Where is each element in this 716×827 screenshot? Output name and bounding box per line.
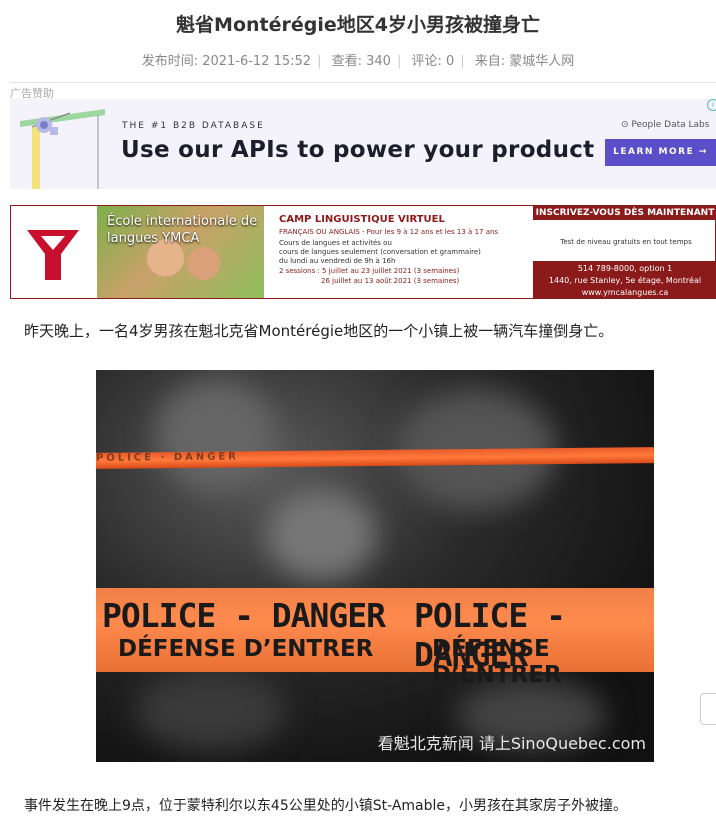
camp-session-1: 2 sessions : 5 juillet au 23 juillet 202… <box>279 267 460 275</box>
ad1-brand: ⊙ People Data Labs <box>621 120 710 130</box>
photo-watermark: 看魁北克新闻 请上SinoQuebec.com <box>377 734 646 753</box>
camp-session-2: 26 juillet au 13 août 2021 (3 semaines) <box>321 277 460 285</box>
camp-title: CAMP LINGUISTIQUE VIRTUEL <box>279 214 445 225</box>
camp-subtitle: FRANÇAIS OU ANGLAIS - Pour les 9 à 12 an… <box>279 228 499 236</box>
meta-divider <box>10 82 716 83</box>
ymca-register-banner[interactable]: INSCRIVEZ-VOUS DÈS MAINTENANT <box>533 206 715 220</box>
camp-line-1: Cours de langues et activités ou <box>279 239 392 247</box>
source-link[interactable]: 来自: 蒙城华人网 <box>475 54 575 69</box>
ymca-address: 1440, rue Stanley, 5e étage, Montréal <box>548 276 702 285</box>
camp-line-3: du lundi au vendredi de 9h à 16h <box>279 257 396 265</box>
article-photo: POLICE · DANGER POLICE - DANGER DÉFENSE … <box>96 370 654 762</box>
crane-illustration-icon <box>20 109 105 189</box>
tape-text-defense-2: DÉFENSE D’ENTRER <box>432 636 562 688</box>
view-count: 查看: 340 <box>331 54 391 69</box>
learn-more-button[interactable]: LEARN MORE → <box>605 139 716 166</box>
ad-info-icon[interactable]: i <box>707 99 716 111</box>
ymca-phone: 514 789-8000, option 1 <box>577 264 673 273</box>
pdl-logo-icon: ⊙ <box>621 120 632 130</box>
article-paragraph-2: 事件发生在晚上9点，位于蒙特利尔以东45公里处的小镇St-Amable，小男孩在… <box>24 798 628 814</box>
ymca-website[interactable]: www.ymcalangues.ca <box>533 287 715 298</box>
article-title: 魁省Montérégie地区4岁小男孩被撞身亡 <box>176 14 540 36</box>
ymca-test-note: Test de niveau gratuits en tout temps <box>560 238 692 246</box>
ymca-photo: École internationale de langues YMCA <box>97 206 264 298</box>
ad-banner-ymca[interactable]: École internationale de langues YMCA CAM… <box>10 205 716 299</box>
police-tape-front: POLICE - DANGER DÉFENSE D’ENTRER POLICE … <box>96 588 654 688</box>
ymca-contact-box[interactable]: 514 789-8000, option 1 1440, rue Stanley… <box>533 261 715 298</box>
article-meta: 发布时间: 2021-6-12 15:52 | 查看: 340 | 评论: 0 | 来… <box>141 54 575 69</box>
publish-time: 发布时间: 2021-6-12 15:52 <box>141 54 312 69</box>
camp-line-2: cours de langues seulement (conversation… <box>279 248 481 256</box>
side-float-button[interactable] <box>700 693 716 725</box>
ad1-tagline: THE #1 B2B DATABASE <box>122 121 265 131</box>
ad1-headline[interactable]: Use our APIs to power your product <box>121 137 594 163</box>
tape-text-defense-1: DÉFENSE D’ENTRER <box>118 636 374 662</box>
ymca-school-name: École internationale de langues YMCA <box>107 214 258 246</box>
tape-text-police-1: POLICE - DANGER <box>102 596 386 635</box>
ad-banner-pdl[interactable]: THE #1 B2B DATABASE Use our APIs to powe… <box>10 99 716 189</box>
article-paragraph-1: 昨天晚上，一名4岁男孩在魁北克省Montérégie地区的一个小镇上被一辆汽车撞… <box>24 322 614 340</box>
ymca-logo-icon <box>27 230 79 280</box>
comment-count[interactable]: 评论: 0 <box>411 54 454 69</box>
